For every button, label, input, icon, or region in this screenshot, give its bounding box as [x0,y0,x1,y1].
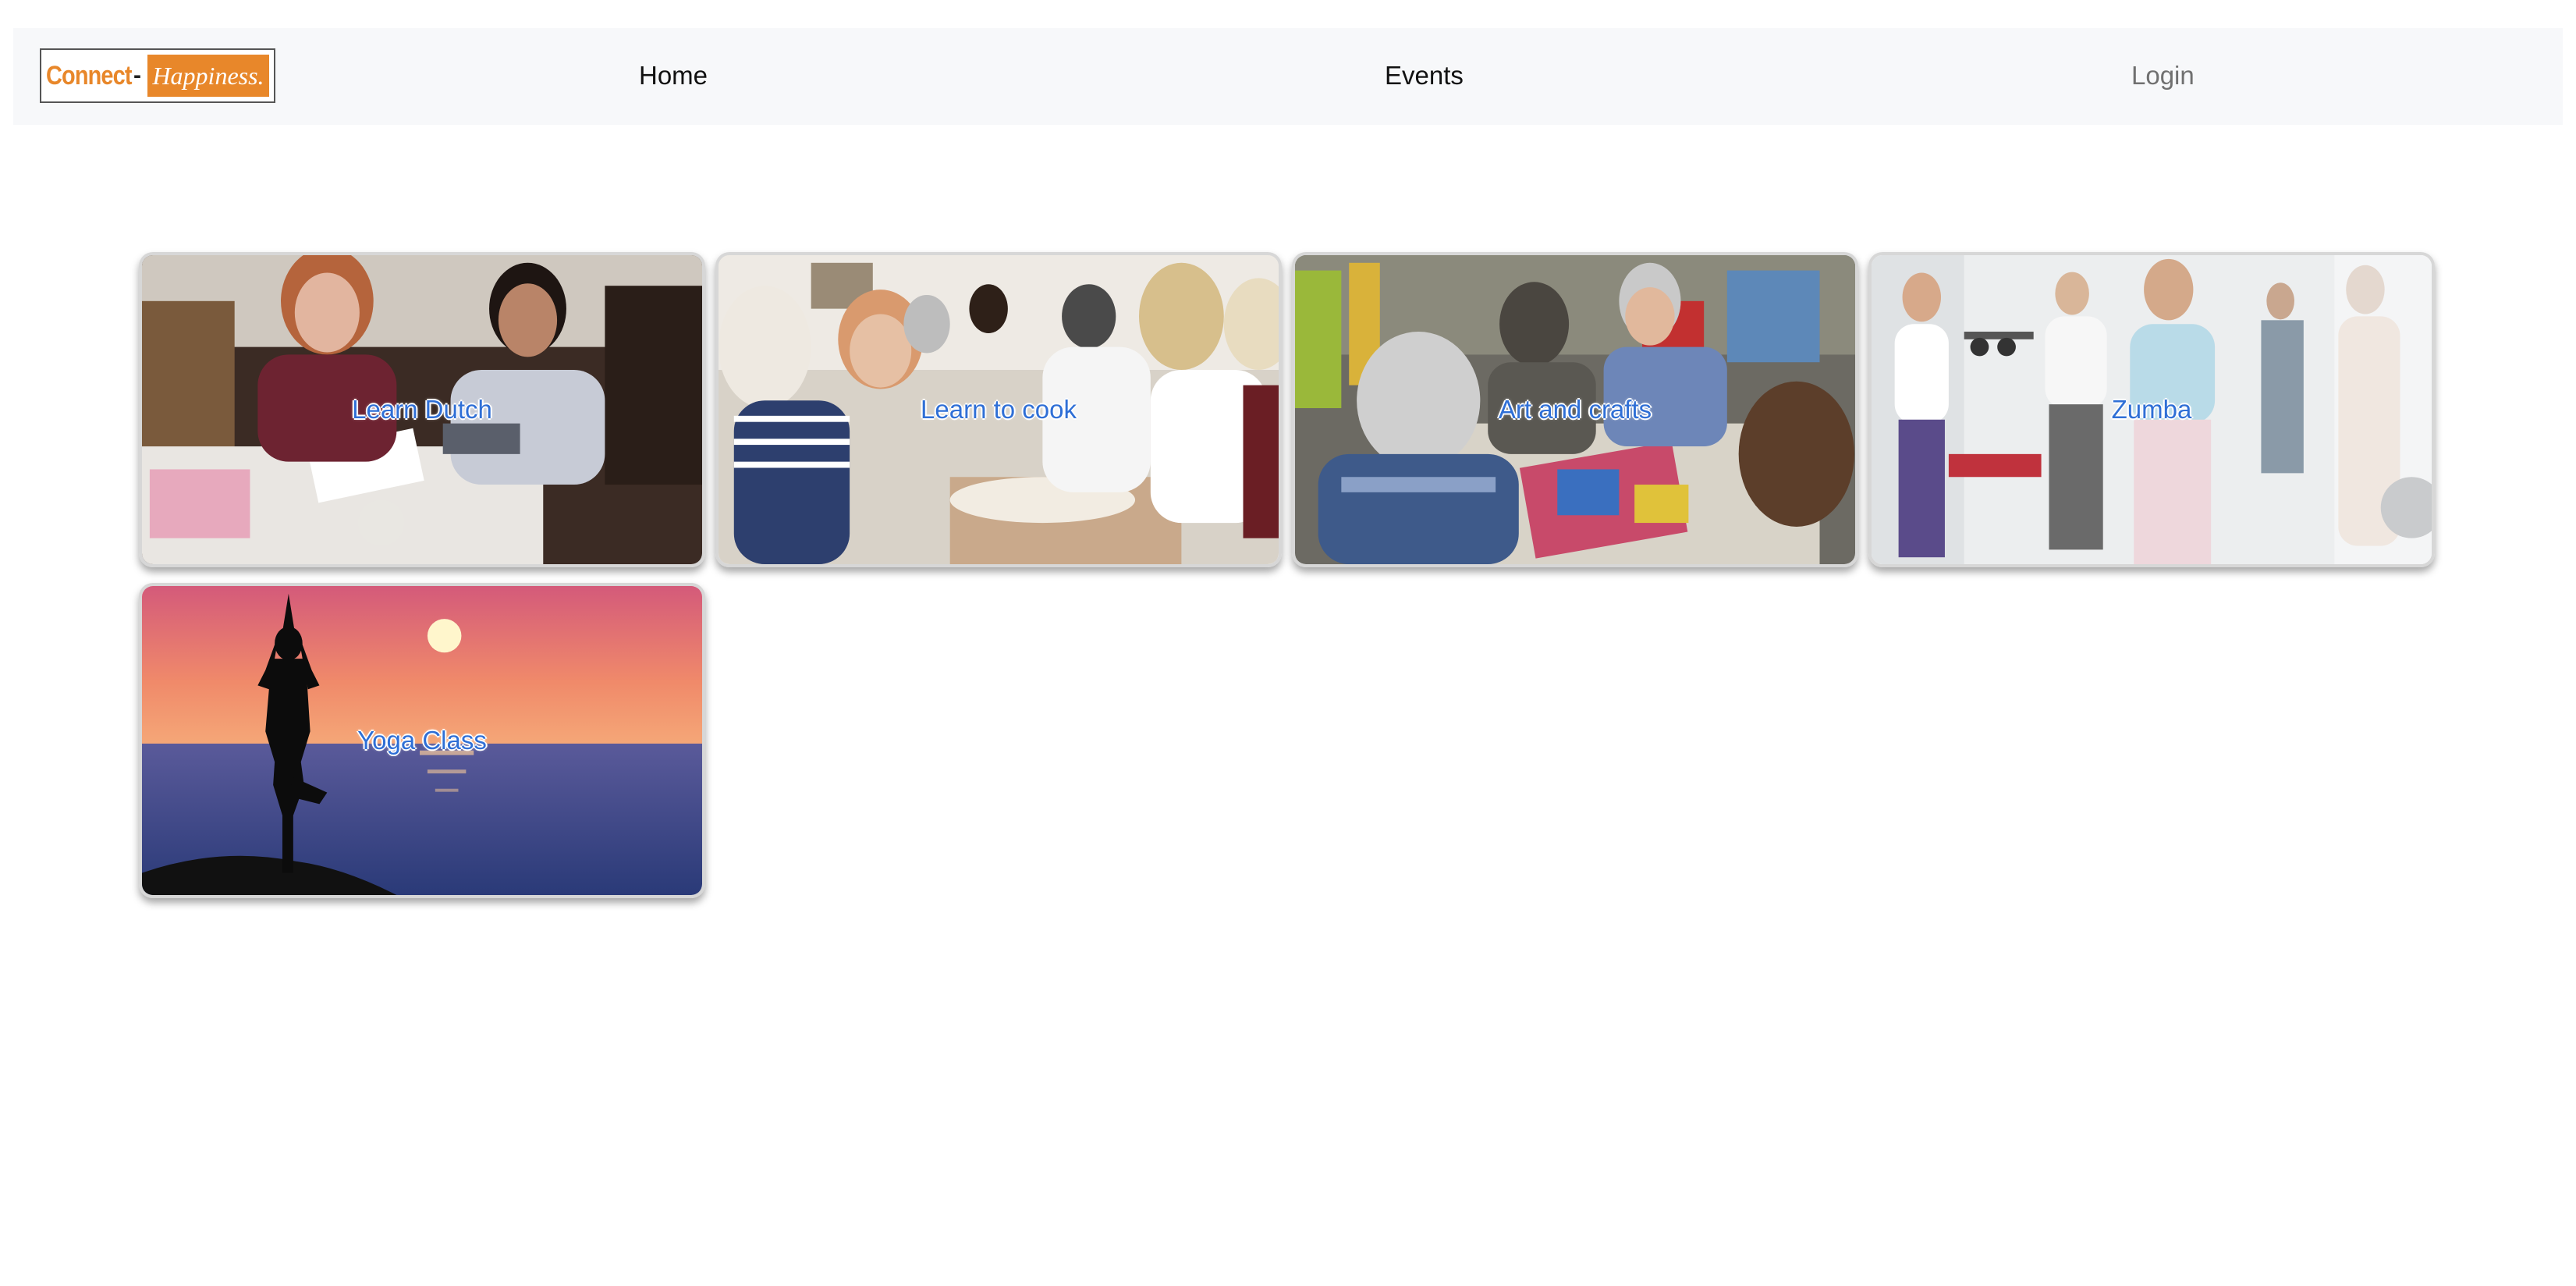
card-title: Yoga Class [357,726,487,755]
brand-logo[interactable]: Connect - Happiness. [40,48,275,103]
event-card-learn-dutch[interactable]: Learn Dutch [139,252,705,567]
logo-happiness-text: Happiness. [147,55,269,97]
event-card-art-and-crafts[interactable]: Art and crafts [1292,252,1858,567]
card-title: Learn Dutch [352,395,492,424]
nav-login-link[interactable]: Login [2131,61,2195,91]
card-title: Art and crafts [1498,395,1652,424]
card-title: Learn to cook [921,395,1077,424]
navbar: Connect - Happiness. Home Events Login [13,28,2563,125]
logo-connect-text: Connect [46,60,132,91]
event-card-yoga-class[interactable]: Yoga Class [139,583,705,898]
logo-dash: - [133,62,141,88]
event-card-zumba[interactable]: Zumba [1868,252,2435,567]
event-card-learn-to-cook[interactable]: Learn to cook [715,252,1282,567]
card-title: Zumba [2111,395,2192,424]
nav-home-link[interactable]: Home [639,61,708,91]
nav-events-link[interactable]: Events [1385,61,1464,91]
